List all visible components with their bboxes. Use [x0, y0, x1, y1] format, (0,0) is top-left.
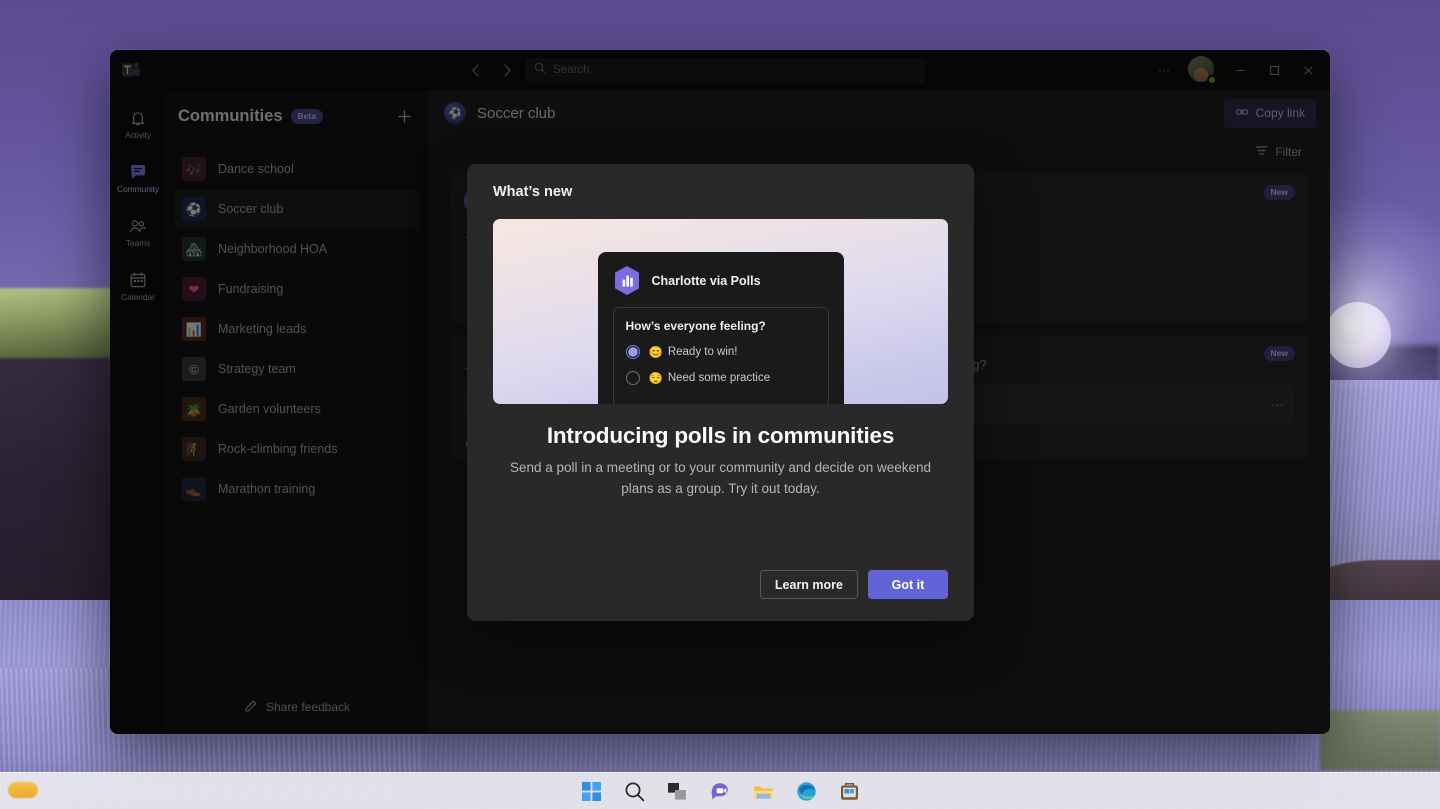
poll-author-name: Charlotte via Polls — [651, 273, 761, 288]
taskbar-icons — [580, 780, 861, 803]
got-it-button[interactable]: Got it — [868, 570, 948, 599]
relieved-face-icon: 😌 — [648, 373, 663, 385]
poll-preview-card: Charlotte via Polls How’s everyone feeli… — [597, 252, 844, 404]
smiling-face-icon: 😊 — [648, 347, 663, 359]
poll-question: How’s everyone feeling? — [625, 319, 766, 333]
windows-taskbar — [0, 772, 1440, 809]
poll-option-label: 😊 Ready to win! — [649, 345, 738, 359]
poll-question-box: How’s everyone feeling? 😊 Ready to win! … — [612, 307, 829, 404]
wallpaper-green-strip — [1320, 710, 1440, 770]
start-button[interactable] — [580, 780, 603, 803]
weather-widget[interactable] — [8, 773, 72, 807]
dialog-title: Introducing polls in communities — [546, 423, 895, 448]
dialog-actions: Learn more Got it — [493, 570, 948, 599]
microsoft-store-icon[interactable] — [838, 780, 861, 803]
task-view-icon[interactable] — [666, 780, 689, 803]
chat-icon[interactable] — [709, 780, 732, 803]
dialog-description: Send a poll in a meeting or to your comm… — [509, 460, 931, 496]
whats-new-dialog: What’s new Charlotte via Polls How’s eve… — [467, 164, 974, 621]
dialog-hero-image: Charlotte via Polls How’s everyone feeli… — [493, 219, 948, 404]
poll-card-header: Charlotte via Polls — [613, 265, 829, 296]
radio-button[interactable] — [625, 371, 640, 385]
radio-button-selected[interactable] — [625, 345, 640, 359]
polls-app-icon — [613, 265, 641, 296]
search-icon[interactable] — [623, 780, 646, 803]
dialog-eyebrow: What’s new — [493, 184, 573, 200]
poll-option-text: Need some practice — [667, 372, 771, 384]
poll-option-label: 😌 Need some practice — [649, 371, 771, 385]
file-explorer-icon[interactable] — [752, 780, 775, 803]
poll-option-text: Ready to win! — [667, 346, 738, 358]
wallpaper-moon — [1325, 302, 1391, 368]
poll-option[interactable]: 😌 Need some practice — [625, 371, 816, 385]
poll-option[interactable]: 😊 Ready to win! — [625, 345, 816, 359]
edge-icon[interactable] — [795, 780, 818, 803]
sun-icon — [8, 782, 38, 798]
learn-more-button[interactable]: Learn more — [759, 570, 858, 599]
